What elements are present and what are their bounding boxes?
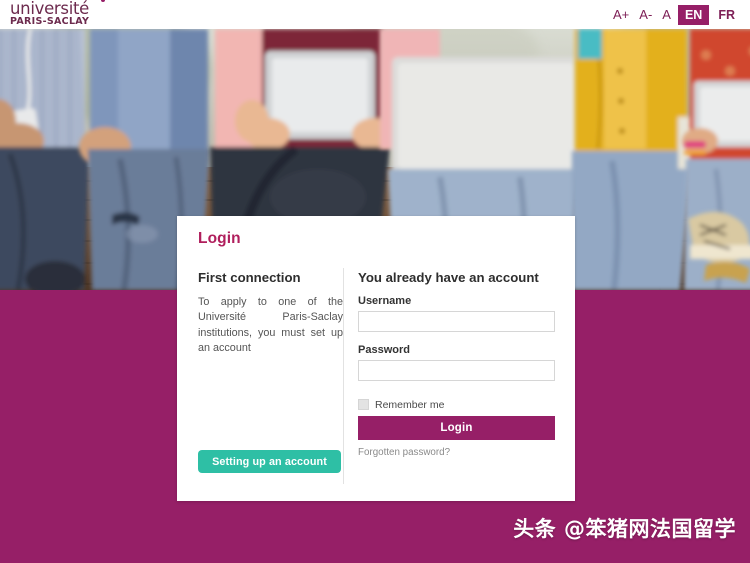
remember-me-checkbox[interactable]	[358, 399, 369, 410]
password-input[interactable]	[358, 359, 555, 381]
username-input[interactable]	[358, 310, 555, 332]
login-button[interactable]: Login	[358, 415, 555, 440]
login-page: université PARIS-SACLAY A+ A- A EN FR Lo…	[0, 0, 750, 563]
font-reset-button[interactable]: A	[657, 7, 676, 22]
username-label: Username	[358, 294, 412, 307]
language-button-fr[interactable]: FR	[711, 5, 742, 25]
column-divider	[343, 268, 344, 484]
watermark-text: 头条 @笨猪网法国留学	[513, 517, 736, 541]
setting-up-an-account-button[interactable]: Setting up an account	[198, 450, 341, 473]
page-title: Login	[198, 230, 241, 247]
first-connection-paragraph: To apply to one of the Université Paris-…	[198, 295, 343, 355]
top-header-bar: université PARIS-SACLAY A+ A- A EN FR	[0, 0, 750, 29]
font-decrease-button[interactable]: A-	[634, 7, 657, 22]
language-button-en[interactable]: EN	[677, 4, 710, 25]
login-card: Login First connection To apply to one o…	[177, 216, 575, 501]
logo-line-university: université	[10, 0, 90, 18]
forgotten-password-link[interactable]: Forgotten password?	[358, 447, 450, 458]
first-connection-heading: First connection	[198, 270, 301, 285]
font-increase-button[interactable]: A+	[608, 7, 634, 22]
remember-me-row: Remember me	[358, 399, 555, 411]
header-controls: A+ A- A EN FR	[608, 0, 742, 29]
existing-account-heading: You already have an account	[358, 270, 539, 285]
first-connection-column: First connection To apply to one of the …	[198, 270, 343, 357]
remember-me-label[interactable]: Remember me	[375, 399, 444, 411]
university-logo[interactable]: université PARIS-SACLAY	[10, 0, 106, 29]
existing-account-column: You already have an account Username Pas…	[358, 270, 555, 460]
password-label: Password	[358, 343, 410, 356]
